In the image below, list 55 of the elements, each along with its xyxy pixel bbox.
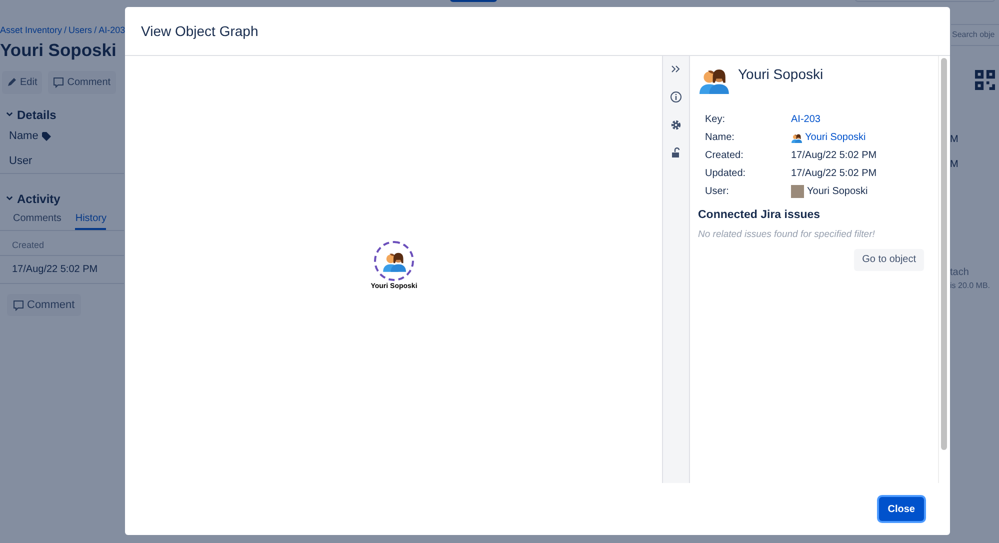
go-to-object-button[interactable]: Go to object xyxy=(854,248,924,270)
info-icon xyxy=(670,91,682,103)
attribute-label: Updated: xyxy=(705,167,747,180)
breadcrumb-link[interactable]: Users xyxy=(68,24,92,38)
modal-title: View Object Graph xyxy=(140,22,260,41)
field-label: User xyxy=(9,154,32,169)
tab[interactable]: Comments xyxy=(13,210,62,230)
attach-note: is 20.0 MB. xyxy=(950,280,990,292)
page-title: Youri Soposki xyxy=(0,38,118,62)
attach-text: tach xyxy=(950,266,969,280)
pencil-icon xyxy=(7,77,17,87)
breadcrumb-link[interactable]: AI-203 xyxy=(98,24,126,38)
attribute-label: Created: xyxy=(705,149,744,162)
empty-message: No related issues found for specified filter! xyxy=(698,228,876,242)
avatar-placeholder xyxy=(791,185,804,198)
comment-icon xyxy=(13,300,24,310)
close-button[interactable]: Close xyxy=(878,497,924,521)
graph-node[interactable] xyxy=(374,241,414,281)
attribute-value: 17/Aug/22 5:02 PM xyxy=(791,149,878,162)
search-field[interactable]: Search obje xyxy=(951,24,999,46)
tool-button[interactable] xyxy=(669,118,683,132)
expand-icon xyxy=(670,63,682,75)
scrollbar[interactable] xyxy=(938,56,948,483)
attribute-label: Key: xyxy=(705,113,726,126)
chevron-down-icon xyxy=(6,111,13,118)
people-icon xyxy=(382,250,406,272)
action-button[interactable]: Comment xyxy=(48,70,116,94)
comment-button[interactable]: Comment xyxy=(7,294,81,316)
qr-code-icon xyxy=(975,70,995,90)
breadcrumb-link[interactable]: Asset Inventory xyxy=(0,24,62,38)
attribute-value: Youri Soposki xyxy=(807,185,868,198)
attribute-value: 17/Aug/22 5:02 PM xyxy=(791,167,878,180)
tool-button[interactable] xyxy=(669,90,683,104)
attribute-label: User: xyxy=(705,185,730,198)
attribute-label: Name: xyxy=(705,131,736,144)
section-title: Activity xyxy=(17,190,60,208)
field-value-fragment: M xyxy=(950,133,958,147)
breadcrumb-separator: / xyxy=(94,24,97,37)
chevron-down-icon xyxy=(6,195,13,202)
field-value-fragment: M xyxy=(950,158,958,172)
breadcrumb-separator: / xyxy=(64,24,67,37)
table-cell: 17/Aug/22 5:02 PM xyxy=(0,256,124,284)
tab[interactable]: History xyxy=(75,210,106,230)
column-header: Created xyxy=(0,230,124,256)
object-link[interactable]: Youri Soposki xyxy=(805,131,866,144)
comment-icon xyxy=(53,76,64,88)
settings-icon xyxy=(670,119,682,131)
section-title: Details xyxy=(17,106,56,124)
people-icon xyxy=(791,132,802,142)
object-key-link[interactable]: AI-203 xyxy=(791,113,924,126)
field-label: Name xyxy=(9,129,38,144)
action-button[interactable]: Edit xyxy=(2,70,42,94)
object-name: Youri Soposki xyxy=(738,65,824,84)
padlock-icon xyxy=(670,147,682,159)
section-title: Connected Jira issues xyxy=(698,208,822,223)
